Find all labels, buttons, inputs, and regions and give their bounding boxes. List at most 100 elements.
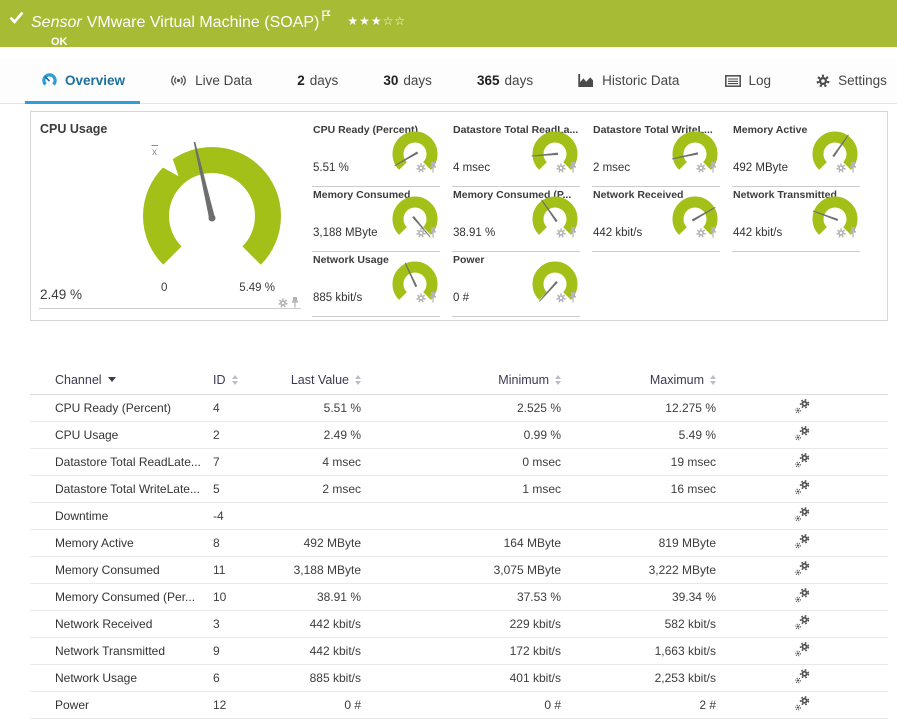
- tab-historic-data[interactable]: Historic Data: [578, 58, 679, 103]
- channel-settings-icon[interactable]: [794, 507, 810, 525]
- tab-label: Overview: [65, 73, 126, 88]
- pin-icon[interactable]: [569, 160, 577, 178]
- maximum: 819 MByte: [658, 536, 716, 550]
- channel-settings-icon[interactable]: [794, 534, 810, 552]
- channel-settings-icon[interactable]: [794, 453, 810, 471]
- tab-label: Live Data: [195, 73, 253, 88]
- gear-icon[interactable]: [416, 225, 426, 243]
- tab-label: Historic Data: [602, 73, 680, 88]
- tab-log[interactable]: Log: [724, 58, 771, 103]
- tile-actions: [556, 160, 577, 178]
- pin-icon[interactable]: [709, 160, 717, 178]
- table-row[interactable]: Memory Consumed 11 3,188 MByte 3,075 MByte 3…: [30, 557, 888, 584]
- table-row[interactable]: Network Transmitted 9 442 kbit/s 172 kbit/s…: [30, 638, 888, 665]
- table-row[interactable]: CPU Ready (Percent) 4 5.51 % 2.525 % 12.275 …: [30, 395, 888, 422]
- table-row[interactable]: Network Usage 6 885 kbit/s 401 kbit/s 2,253 …: [30, 665, 888, 692]
- tab-label: days: [403, 73, 432, 88]
- channel-table: Channel ID Last Value Minimum Maximum CPU Re…: [30, 365, 888, 719]
- tab-30-days[interactable]: 30 days: [383, 58, 432, 103]
- gear-icon[interactable]: [556, 160, 566, 178]
- primary-gauge-actions: [278, 295, 299, 313]
- sensor-kind-label: Sensor: [31, 14, 82, 31]
- pin-icon[interactable]: [429, 225, 437, 243]
- gauge-tile[interactable]: Network Usage 885 kbit/s: [312, 252, 440, 317]
- gauge-tile[interactable]: Power 0 #: [452, 252, 580, 317]
- gauge-tile[interactable]: Datastore Total ReadLa... 4 msec: [452, 122, 580, 187]
- minimum: 0 #: [544, 698, 561, 712]
- minimum: 401 kbit/s: [509, 671, 561, 685]
- gauges-panel: CPU Usage x 2.49 % 0 5.49 % CPU Ready (P…: [30, 111, 888, 321]
- table-row[interactable]: Memory Consumed (Per... 10 38.91 % 37.53 % 3…: [30, 584, 888, 611]
- live-icon: [170, 74, 187, 87]
- table-row[interactable]: Network Received 3 442 kbit/s 229 kbit/s 582…: [30, 611, 888, 638]
- tab-live-data[interactable]: Live Data: [170, 58, 252, 103]
- pin-icon[interactable]: [709, 225, 717, 243]
- tile-actions: [836, 160, 857, 178]
- gear-icon[interactable]: [696, 160, 706, 178]
- pin-icon[interactable]: [429, 290, 437, 308]
- channel-settings-icon[interactable]: [794, 561, 810, 579]
- pin-icon[interactable]: [291, 295, 299, 313]
- primary-gauge-max: 5.49 %: [239, 282, 275, 294]
- table-row[interactable]: Power 12 0 # 0 # 2 #: [30, 692, 888, 719]
- tab-label: days: [309, 73, 339, 88]
- channel-settings-icon[interactable]: [794, 696, 810, 714]
- gauge-tile[interactable]: Network Received 442 kbit/s: [592, 187, 720, 252]
- column-header-channel[interactable]: Channel: [55, 373, 213, 387]
- channel-settings-icon[interactable]: [794, 642, 810, 660]
- tile-actions: [696, 225, 717, 243]
- star-rating[interactable]: ★★★☆☆: [347, 14, 406, 28]
- gear-icon[interactable]: [416, 290, 426, 308]
- column-header-id[interactable]: ID: [213, 373, 275, 387]
- channel-id: 8: [213, 536, 220, 550]
- gauge-tile[interactable]: Datastore Total WriteL... 2 msec: [592, 122, 720, 187]
- tile-channel-name: Network Usage: [313, 254, 389, 266]
- column-header-maximum[interactable]: Maximum: [561, 373, 716, 387]
- gauge-tile[interactable]: Memory Active 492 MByte: [732, 122, 860, 187]
- gear-icon[interactable]: [836, 160, 846, 178]
- gauge-tile[interactable]: Memory Consumed 3,188 MByte: [312, 187, 440, 252]
- table-row[interactable]: Datastore Total ReadLate... 7 4 msec 0 msec…: [30, 449, 888, 476]
- tab-number: 2: [297, 73, 305, 88]
- gear-icon[interactable]: [696, 225, 706, 243]
- gear-icon[interactable]: [556, 290, 566, 308]
- column-header-last-value[interactable]: Last Value: [275, 373, 361, 387]
- channel-settings-icon[interactable]: [794, 426, 810, 444]
- gear-icon[interactable]: [416, 160, 426, 178]
- channel-settings-icon[interactable]: [794, 669, 810, 687]
- minimum: 2.525 %: [516, 401, 561, 415]
- table-row[interactable]: Downtime -4: [30, 503, 888, 530]
- gear-icon[interactable]: [836, 225, 846, 243]
- gear-icon[interactable]: [556, 225, 566, 243]
- tab-365-days[interactable]: 365 days: [477, 58, 533, 103]
- pin-icon[interactable]: [849, 225, 857, 243]
- channel-name: Memory Active: [55, 536, 134, 550]
- tab-settings[interactable]: Settings: [816, 58, 887, 103]
- table-row[interactable]: CPU Usage 2 2.49 % 0.99 % 5.49 %: [30, 422, 888, 449]
- channel-settings-icon[interactable]: [794, 588, 810, 606]
- flag-icon[interactable]: [322, 7, 332, 26]
- minimum: 164 MByte: [503, 536, 561, 550]
- pin-icon[interactable]: [569, 290, 577, 308]
- channel-settings-icon[interactable]: [794, 615, 810, 633]
- column-label: Minimum: [498, 372, 549, 387]
- channel-name: CPU Usage: [55, 428, 119, 442]
- gauge-tile[interactable]: CPU Ready (Percent) 5.51 %: [312, 122, 440, 187]
- channel-settings-icon[interactable]: [794, 480, 810, 498]
- gear-icon[interactable]: [278, 295, 288, 313]
- pin-icon[interactable]: [429, 160, 437, 178]
- gauge-tile[interactable]: Memory Consumed (P... 38.91 %: [452, 187, 580, 252]
- table-row[interactable]: Datastore Total WriteLate... 5 2 msec 1 mse…: [30, 476, 888, 503]
- tab-2-days[interactable]: 2 days: [297, 58, 338, 103]
- gauge-tile[interactable]: Network Transmitted 442 kbit/s: [732, 187, 860, 252]
- pin-icon[interactable]: [849, 160, 857, 178]
- tab-overview[interactable]: Overview: [24, 58, 141, 104]
- channel-settings-icon[interactable]: [794, 399, 810, 417]
- settings-icon: [816, 74, 830, 88]
- pin-icon[interactable]: [569, 225, 577, 243]
- channel-name: Network Transmitted: [55, 644, 166, 658]
- last-value: 2.49 %: [323, 428, 361, 442]
- column-header-minimum[interactable]: Minimum: [361, 373, 561, 387]
- table-row[interactable]: Memory Active 8 492 MByte 164 MByte 819 MByt…: [30, 530, 888, 557]
- last-value: 885 kbit/s: [309, 671, 361, 685]
